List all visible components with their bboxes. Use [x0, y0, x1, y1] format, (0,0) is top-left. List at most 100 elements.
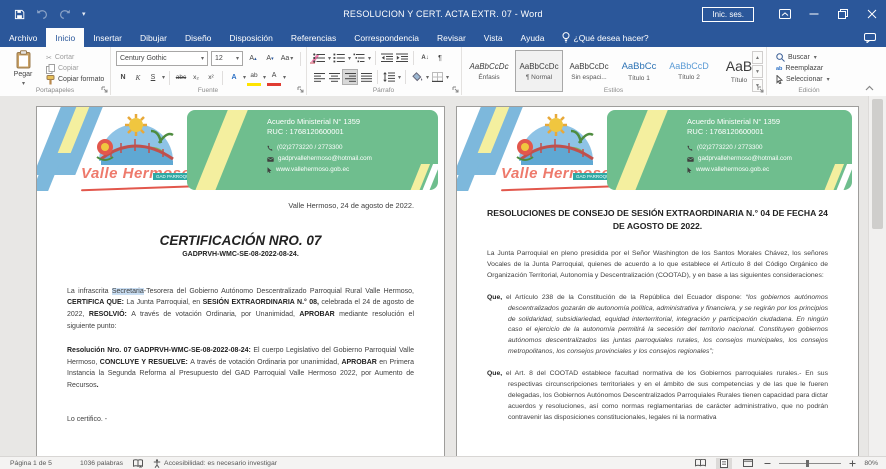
shading-icon[interactable] [410, 70, 424, 84]
text-effects-button[interactable]: A [227, 71, 241, 85]
close-button[interactable] [857, 0, 886, 28]
tab-archivo[interactable]: Archivo [0, 28, 46, 47]
decor-yellow-stripe-3 [612, 110, 670, 190]
format-painter-button[interactable]: Copiar formato [46, 74, 104, 85]
change-case-button[interactable]: Aa▾ [280, 52, 294, 66]
bold-button[interactable]: N [116, 71, 130, 85]
paragraph-dialog-launcher-icon[interactable] [452, 86, 459, 93]
document-page-1[interactable]: Valle Hermoso GAD PARROQUIAL Acuerdo Min… [36, 106, 445, 457]
select-button[interactable]: Seleccionar ▾ [776, 74, 830, 85]
underline-caret-icon[interactable]: ▾ [162, 74, 165, 81]
zoom-in-icon[interactable] [849, 460, 856, 467]
restore-button[interactable] [828, 0, 857, 28]
copy-button[interactable]: Copiar [46, 63, 104, 74]
text-effects-caret-icon[interactable]: ▾ [243, 74, 246, 81]
font-color-button[interactable]: A [267, 69, 281, 86]
word-count[interactable]: 1036 palabras [80, 460, 123, 467]
tab-correspondencia[interactable]: Correspondencia [345, 28, 428, 47]
style-titulo-2[interactable]: AaBbCcD Título 2 [665, 50, 713, 92]
pilcrow-icon[interactable]: ¶ [433, 51, 447, 65]
tab-referencias[interactable]: Referencias [282, 28, 345, 47]
align-right-button[interactable] [342, 69, 358, 85]
find-caret-icon: ▾ [814, 54, 817, 61]
style-normal[interactable]: AaBbCcDc ¶ Normal [515, 50, 563, 92]
read-mode-icon[interactable] [692, 458, 708, 469]
mail-icon [267, 157, 274, 162]
align-center-button[interactable] [327, 70, 341, 84]
multilevel-list-icon[interactable] [352, 51, 366, 65]
feedback-icon[interactable] [864, 33, 876, 43]
tab-diseno[interactable]: Diseño [176, 28, 220, 47]
font-color-caret-icon[interactable]: ▾ [283, 74, 286, 81]
zoom-slider[interactable] [779, 463, 841, 464]
style-enfasis[interactable]: AaBbCcDc Énfasis [465, 50, 513, 92]
web-layout-icon[interactable] [740, 458, 756, 469]
tab-ayuda[interactable]: Ayuda [512, 28, 554, 47]
style-sin-espaciado[interactable]: AaBbCcDc Sin espaci... [565, 50, 613, 92]
highlight-color-button[interactable]: ab [247, 69, 261, 86]
sign-in-button[interactable]: Inic. ses. [702, 7, 754, 22]
accessibility-status[interactable]: Accesibilidad: es necesario investigar [153, 459, 277, 468]
superscript-button[interactable]: x² [204, 71, 218, 85]
tab-inicio[interactable]: Inicio [46, 28, 84, 47]
minimize-button[interactable] [799, 0, 828, 28]
phone-row: (02)2773220 / 2773300 [267, 143, 372, 153]
clipboard-dialog-launcher-icon[interactable] [101, 86, 108, 93]
tab-dibujar[interactable]: Dibujar [131, 28, 176, 47]
bullets-icon[interactable] [312, 51, 326, 65]
styles-scroll-up-icon[interactable]: ▲ [752, 51, 763, 64]
replace-button[interactable]: ab Reemplazar [776, 63, 830, 74]
format-painter-icon [46, 75, 55, 85]
find-button[interactable]: Buscar ▾ [776, 52, 830, 63]
subscript-button[interactable]: x₂ [189, 71, 203, 85]
page-indicator[interactable]: Página 1 de 5 [10, 460, 52, 467]
paste-button[interactable]: Pegar ▾ [7, 50, 39, 92]
increase-indent-icon[interactable] [395, 51, 409, 65]
grow-font-button[interactable]: A▴ [246, 52, 260, 66]
styles-scroll-down-icon[interactable]: ▼ [752, 65, 763, 78]
numbering-icon[interactable] [332, 51, 346, 65]
cut-button[interactable]: ✂ Cortar [46, 52, 104, 63]
line-spacing-icon[interactable] [382, 70, 396, 84]
cursor-icon [267, 167, 272, 173]
zoom-slider-thumb[interactable] [806, 460, 809, 467]
style-titulo-1[interactable]: AaBbCc Título 1 [615, 50, 663, 92]
scissors-icon: ✂ [46, 54, 52, 62]
strikethrough-button[interactable]: abc [174, 71, 188, 85]
letterhead-2: Valle Hermoso GAD PARROQUIAL Acuerdo Min… [457, 107, 858, 195]
select-caret-icon: ▾ [827, 76, 830, 83]
scrollbar-thumb[interactable] [872, 99, 883, 229]
tab-insertar[interactable]: Insertar [84, 28, 131, 47]
sort-icon[interactable]: A↓ [418, 51, 432, 65]
decrease-indent-icon[interactable] [380, 51, 394, 65]
proofing-icon[interactable] [133, 459, 143, 468]
ribbon-display-options-icon[interactable] [770, 0, 799, 28]
accessibility-icon [153, 459, 161, 468]
font-size-combo[interactable]: 12 ▾ [211, 51, 243, 66]
letterhead: Valle Hermoso GAD PARROQUIAL Acuerdo Min… [37, 107, 444, 195]
zoom-level[interactable]: 80% [864, 460, 878, 467]
document-page-2[interactable]: Valle Hermoso GAD PARROQUIAL Acuerdo Min… [456, 106, 859, 457]
underline-button[interactable]: S [146, 71, 160, 85]
italic-button[interactable]: K [131, 71, 145, 85]
shrink-font-button[interactable]: A▾ [263, 52, 277, 66]
tab-vista[interactable]: Vista [475, 28, 512, 47]
tab-disposicion[interactable]: Disposición [220, 28, 281, 47]
collapse-ribbon-icon[interactable] [865, 85, 874, 91]
certification-paragraph-1: La infrascrita Secretaria-Tesorera del G… [67, 286, 414, 332]
print-layout-icon[interactable] [716, 458, 732, 469]
ruc: RUC : 1768120600001 [267, 127, 372, 137]
highlight-caret-icon[interactable]: ▾ [263, 74, 266, 81]
tab-revisar[interactable]: Revisar [428, 28, 475, 47]
font-name-combo[interactable]: Century Gothic ▾ [116, 51, 208, 66]
align-justify-button[interactable] [359, 70, 373, 84]
ruc: RUC : 1768120600001 [687, 127, 792, 137]
align-left-button[interactable] [312, 70, 326, 84]
tell-me-box[interactable]: ¿Qué desea hacer? [554, 28, 657, 47]
font-dialog-launcher-icon[interactable] [297, 86, 304, 93]
styles-dialog-launcher-icon[interactable] [757, 86, 764, 93]
vertical-scrollbar[interactable] [868, 96, 886, 457]
ribbon: Pegar ▾ ✂ Cortar Copiar [0, 47, 886, 97]
zoom-out-icon[interactable] [764, 460, 771, 467]
borders-icon[interactable] [430, 70, 444, 84]
